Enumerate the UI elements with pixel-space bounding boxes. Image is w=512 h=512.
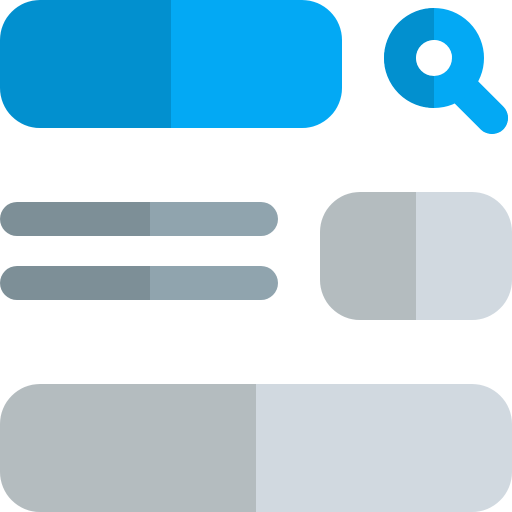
text-line — [0, 266, 278, 300]
search-bar — [0, 0, 342, 128]
thumbnail — [320, 192, 512, 320]
search-results-illustration — [0, 0, 512, 512]
text-line — [0, 202, 278, 236]
search-bar-left-half — [0, 0, 171, 128]
magnifier-icon — [384, 8, 508, 134]
search-bar-right-half — [171, 0, 342, 128]
footer-bar — [0, 384, 512, 512]
search-layout-icon — [0, 0, 512, 512]
